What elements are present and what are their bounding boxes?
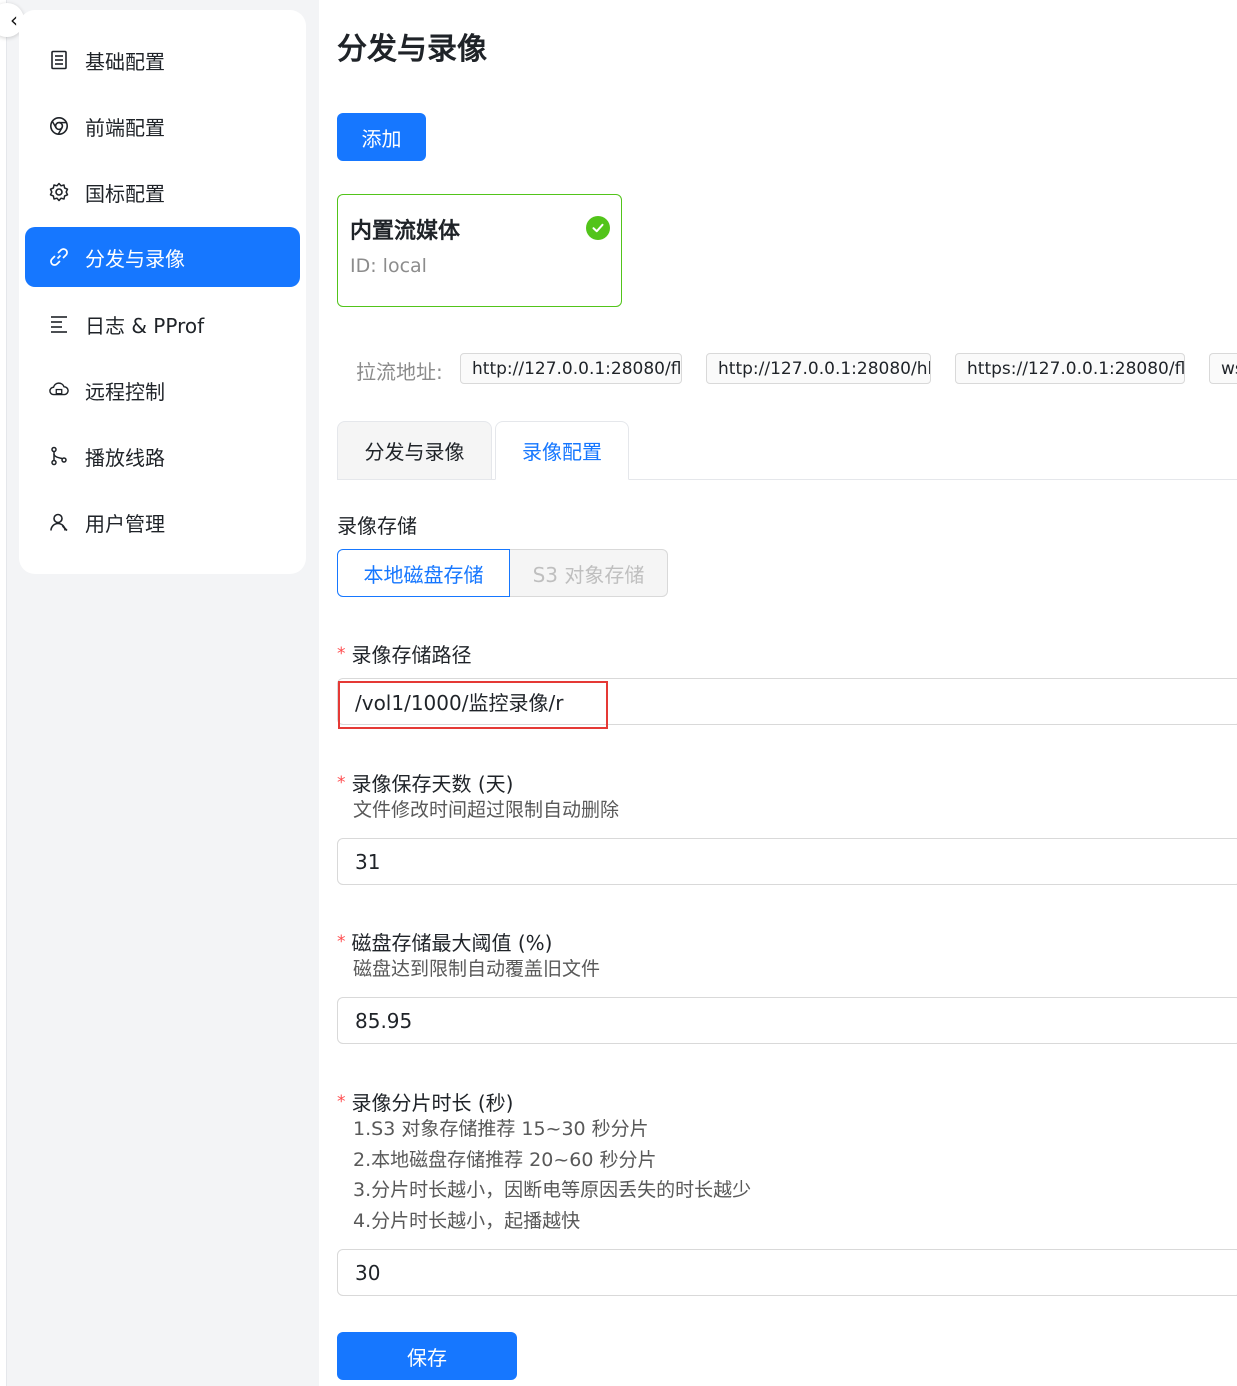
stream-address-label: 拉流地址: <box>356 360 443 384</box>
align-left-icon <box>49 314 69 334</box>
path-label-text: 录像存储路径 <box>351 643 472 667</box>
gear-icon <box>49 182 69 202</box>
segment-description-line: 3.分片时长越小，因断电等原因丢失的时长越少 <box>353 1179 752 1201</box>
stream-url-tag[interactable]: https://127.0.0.1:28080/flv <box>955 353 1185 384</box>
sidebar-item-remote-control[interactable]: 远程控制 <box>25 360 300 420</box>
sidebar-item-label: 日志 & PProf <box>85 313 205 338</box>
user-icon <box>49 512 69 532</box>
days-field-label: * 录像保存天数 (天) <box>337 768 513 797</box>
sidebar-item-gb-config[interactable]: 国标配置 <box>25 162 300 222</box>
required-mark: * <box>337 772 346 793</box>
sidebar-item-play-route[interactable]: 播放线路 <box>25 426 300 486</box>
threshold-description: 磁盘达到限制自动覆盖旧文件 <box>353 958 601 980</box>
segment-field-label: * 录像分片时长 (秒) <box>337 1087 513 1116</box>
storage-option-s3[interactable]: S3 对象存储 <box>510 549 668 597</box>
required-mark: * <box>337 931 346 952</box>
stream-url-tag[interactable]: http://127.0.0.1:28080/flv <box>460 353 682 384</box>
required-mark: * <box>337 643 346 664</box>
days-description: 文件修改时间超过限制自动删除 <box>353 799 620 821</box>
sidebar-item-log-pprof[interactable]: 日志 & PProf <box>25 294 300 354</box>
highlight-box <box>338 681 608 729</box>
segment-description-line: 2.本地磁盘存储推荐 20~60 秒分片 <box>353 1149 657 1171</box>
disk-threshold-input[interactable]: 85.95 <box>337 997 1237 1044</box>
tab-recording-config[interactable]: 录像配置 <box>495 421 629 480</box>
sidebar-item-label: 播放线路 <box>85 445 165 470</box>
form-icon <box>49 50 69 70</box>
retention-days-input[interactable]: 31 <box>337 838 1237 885</box>
add-button[interactable]: 添加 <box>337 113 426 161</box>
required-mark: * <box>337 1091 346 1112</box>
sidebar-item-distribution-recording[interactable]: 分发与录像 <box>25 227 300 287</box>
sidebar-item-user-management[interactable]: 用户管理 <box>25 492 300 552</box>
sidebar-item-label: 分发与录像 <box>85 246 185 271</box>
page-title: 分发与录像 <box>337 32 487 67</box>
stream-url-tag[interactable]: http://127.0.0.1:28080/hls <box>706 353 931 384</box>
sidebar-item-basic-config[interactable]: 基础配置 <box>25 30 300 90</box>
path-field-label: * 录像存储路径 <box>337 639 472 668</box>
threshold-label-text: 磁盘存储最大阈值 (%) <box>351 931 553 955</box>
segment-description-line: 1.S3 对象存储推荐 15~30 秒分片 <box>353 1118 649 1140</box>
link-icon <box>49 247 69 267</box>
segment-label-text: 录像分片时长 (秒) <box>351 1091 514 1115</box>
media-server-card[interactable]: 内置流媒体 ID: local <box>337 194 622 307</box>
storage-option-local-disk[interactable]: 本地磁盘存储 <box>337 549 510 597</box>
segment-description-line: 4.分片时长越小，起播越快 <box>353 1210 581 1232</box>
tab-distribution-recording[interactable]: 分发与录像 <box>337 421 492 480</box>
sidebar-item-label: 用户管理 <box>85 511 165 536</box>
branch-icon <box>49 446 69 466</box>
save-button[interactable]: 保存 <box>337 1332 517 1380</box>
cloud-icon <box>49 380 69 400</box>
stream-url-tag[interactable]: ws <box>1209 353 1237 384</box>
sidebar: 基础配置 前端配置 国标配置 分发与录像 日志 & PProf 远程控制 播放线… <box>19 10 306 574</box>
check-circle-icon <box>586 216 610 240</box>
threshold-field-label: * 磁盘存储最大阈值 (%) <box>337 927 552 956</box>
sidebar-item-label: 远程控制 <box>85 379 165 404</box>
chrome-icon <box>49 116 69 136</box>
media-server-id: ID: local <box>350 255 427 277</box>
days-label-text: 录像保存天数 (天) <box>351 772 514 796</box>
sidebar-item-label: 国标配置 <box>85 181 165 206</box>
left-edge-strip <box>0 0 7 1386</box>
storage-label: 录像存储 <box>337 514 417 538</box>
media-server-name: 内置流媒体 <box>350 219 461 244</box>
segment-duration-input[interactable]: 30 <box>337 1249 1237 1296</box>
sidebar-item-label: 基础配置 <box>85 49 165 74</box>
sidebar-item-label: 前端配置 <box>85 115 165 140</box>
sidebar-item-frontend-config[interactable]: 前端配置 <box>25 96 300 156</box>
